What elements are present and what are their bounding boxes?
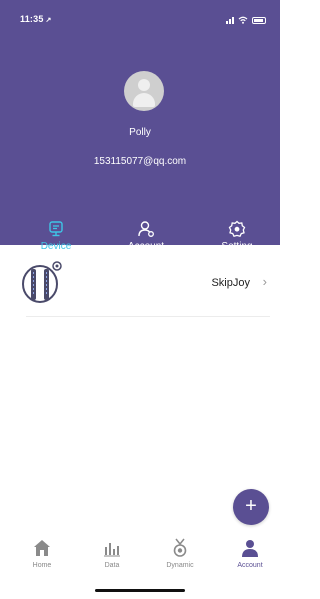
nav-item-home[interactable]: Home [14,538,70,569]
nav-item-dynamic[interactable]: Dynamic [152,538,208,569]
status-time-text: 11:35 [20,14,44,24]
device-icon [49,221,63,237]
nav-account-label: Account [237,562,263,569]
bar-chart-icon [104,543,120,557]
tab-setting[interactable]: Setting [214,220,260,253]
status-icons [226,16,266,24]
tab-setting-label: Setting [221,241,253,252]
nav-data-label: Data [104,562,120,569]
device-name: SkipJoy [211,277,250,289]
device-row[interactable]: SkipJoy › [0,252,280,310]
chevron-right-icon: › [262,274,267,289]
nav-item-account[interactable]: Account [222,538,278,569]
account-management-icon [138,221,154,237]
status-time: 11:35 ↗ [20,14,52,24]
signal-icon [226,16,234,24]
home-icon [34,540,50,556]
add-device-button[interactable]: + [233,489,269,525]
wifi-icon [238,16,248,24]
location-arrow-icon: ↗ [45,17,52,24]
account-screen: 11:35 ↗ Polly 153115077@qq.com Device Ac… [0,0,280,599]
bottom-nav: Home Data Dynamic Account [0,538,280,588]
nav-home-label: Home [32,562,52,569]
tab-device-label: Device [40,241,72,252]
user-name: Polly [129,127,151,138]
gear-icon [228,220,246,237]
tab-device[interactable]: Device [34,220,78,253]
tab-account-label-line1: Account [127,241,165,252]
jump-rope-device-icon [22,261,62,303]
divider [26,316,270,317]
battery-icon [252,16,266,24]
medal-icon [173,538,187,557]
home-indicator [95,589,185,592]
avatar[interactable] [124,71,164,111]
nav-dynamic-label: Dynamic [166,562,194,569]
profile-header: 11:35 ↗ Polly 153115077@qq.com Device Ac… [0,0,280,264]
user-email: 153115077@qq.com [93,156,187,167]
status-bar: 11:35 ↗ [0,14,280,28]
person-icon [242,540,258,557]
nav-item-data[interactable]: Data [84,538,140,569]
